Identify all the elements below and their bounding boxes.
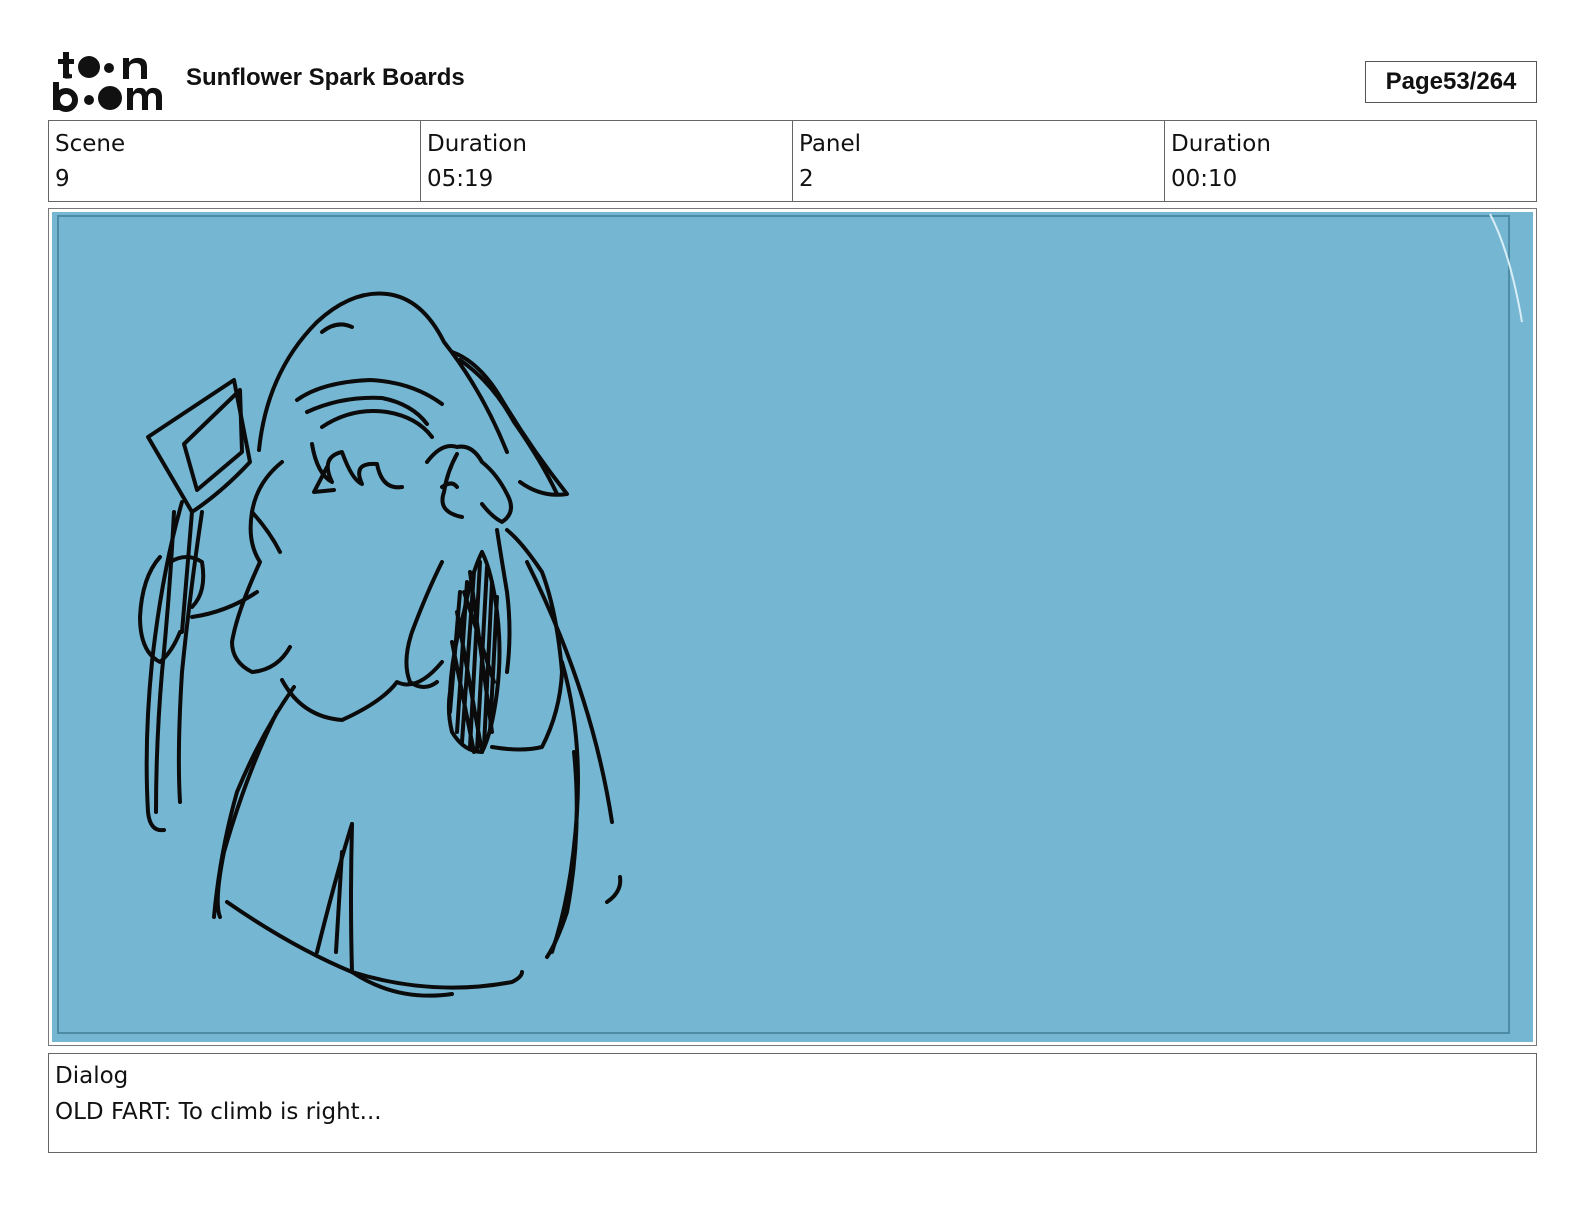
- panel-cell: Panel 2: [793, 121, 1165, 201]
- scene-label: Scene: [55, 131, 126, 157]
- dialog-label: Dialog: [55, 1063, 129, 1089]
- panel-duration-cell: Duration 00:10: [1165, 121, 1536, 201]
- project-title: Sunflower Spark Boards: [186, 64, 465, 91]
- scene-info-table: Scene 9 Duration 05:19 Panel 2 Duration …: [48, 120, 1537, 202]
- scene-duration-label: Duration: [427, 131, 527, 157]
- scene-cell: Scene 9: [49, 121, 421, 201]
- panel-duration-value: 00:10: [1171, 166, 1238, 192]
- panel-label: Panel: [799, 131, 862, 157]
- page-number: 53/264: [1442, 68, 1517, 95]
- dialog-box: Dialog OLD FART: To climb is right...: [48, 1053, 1537, 1153]
- panel-duration-label: Duration: [1171, 131, 1271, 157]
- toon-boom-logo: [53, 52, 162, 112]
- page-indicator: Page 53/264: [1365, 61, 1537, 103]
- panel-sketch: [57, 213, 1523, 1034]
- scene-duration-value: 05:19: [427, 166, 494, 192]
- scene-value: 9: [55, 166, 70, 192]
- panel-image: [52, 212, 1533, 1042]
- panel-value: 2: [799, 166, 814, 192]
- panel-frame: [48, 208, 1537, 1046]
- scene-duration-cell: Duration 05:19: [421, 121, 793, 201]
- page-label: Page: [1385, 68, 1443, 95]
- dialog-text: OLD FART: To climb is right...: [55, 1099, 382, 1125]
